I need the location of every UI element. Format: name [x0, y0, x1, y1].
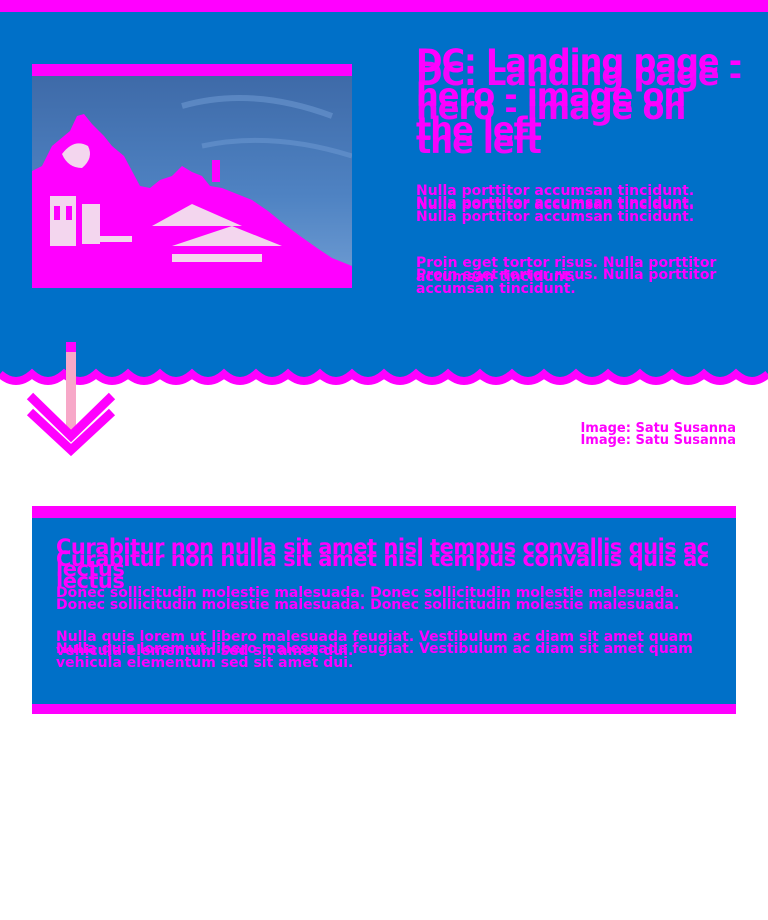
hero-title-shadow: DC: Landing page - hero - image on the l… — [416, 55, 742, 161]
card-paragraph-1: Donec sollicitudin molestie malesuada. D… — [56, 586, 696, 612]
image-credit: Image: Satu Susanna Image: Satu Susanna — [580, 422, 736, 447]
hero-title: DC: Landing page - hero - image on the l… — [416, 44, 746, 159]
chevron-down-icon[interactable] — [24, 340, 120, 458]
hero-paragraph-2: Proin eget tortor risus. Nulla porttitor… — [416, 256, 736, 296]
top-border — [0, 0, 768, 12]
card-bottom-border — [32, 704, 736, 714]
card-paragraph-2-shadow: Nulla quis lorem ut libero malesuada feu… — [56, 641, 693, 671]
hero-paragraph-1-shadow: Nulla porttitor accumsan tincidunt. Null… — [416, 195, 695, 225]
card-top-border — [32, 506, 736, 518]
hero-paragraph-2-shadow: Proin eget tortor risus. Nulla porttitor… — [416, 267, 717, 297]
card-paragraph-2: Nulla quis lorem ut libero malesuada feu… — [56, 630, 696, 670]
image-credit-shadow: Image: Satu Susanna — [580, 433, 736, 448]
hero-paragraph-1: Nulla porttitor accumsan tincidunt. Null… — [416, 184, 736, 224]
card-paragraph-1-shadow: Donec sollicitudin molestie malesuada. D… — [56, 597, 680, 613]
card-title: Curabitur non nulla sit amet nisl tempus… — [56, 536, 716, 592]
hero-image — [32, 76, 352, 278]
